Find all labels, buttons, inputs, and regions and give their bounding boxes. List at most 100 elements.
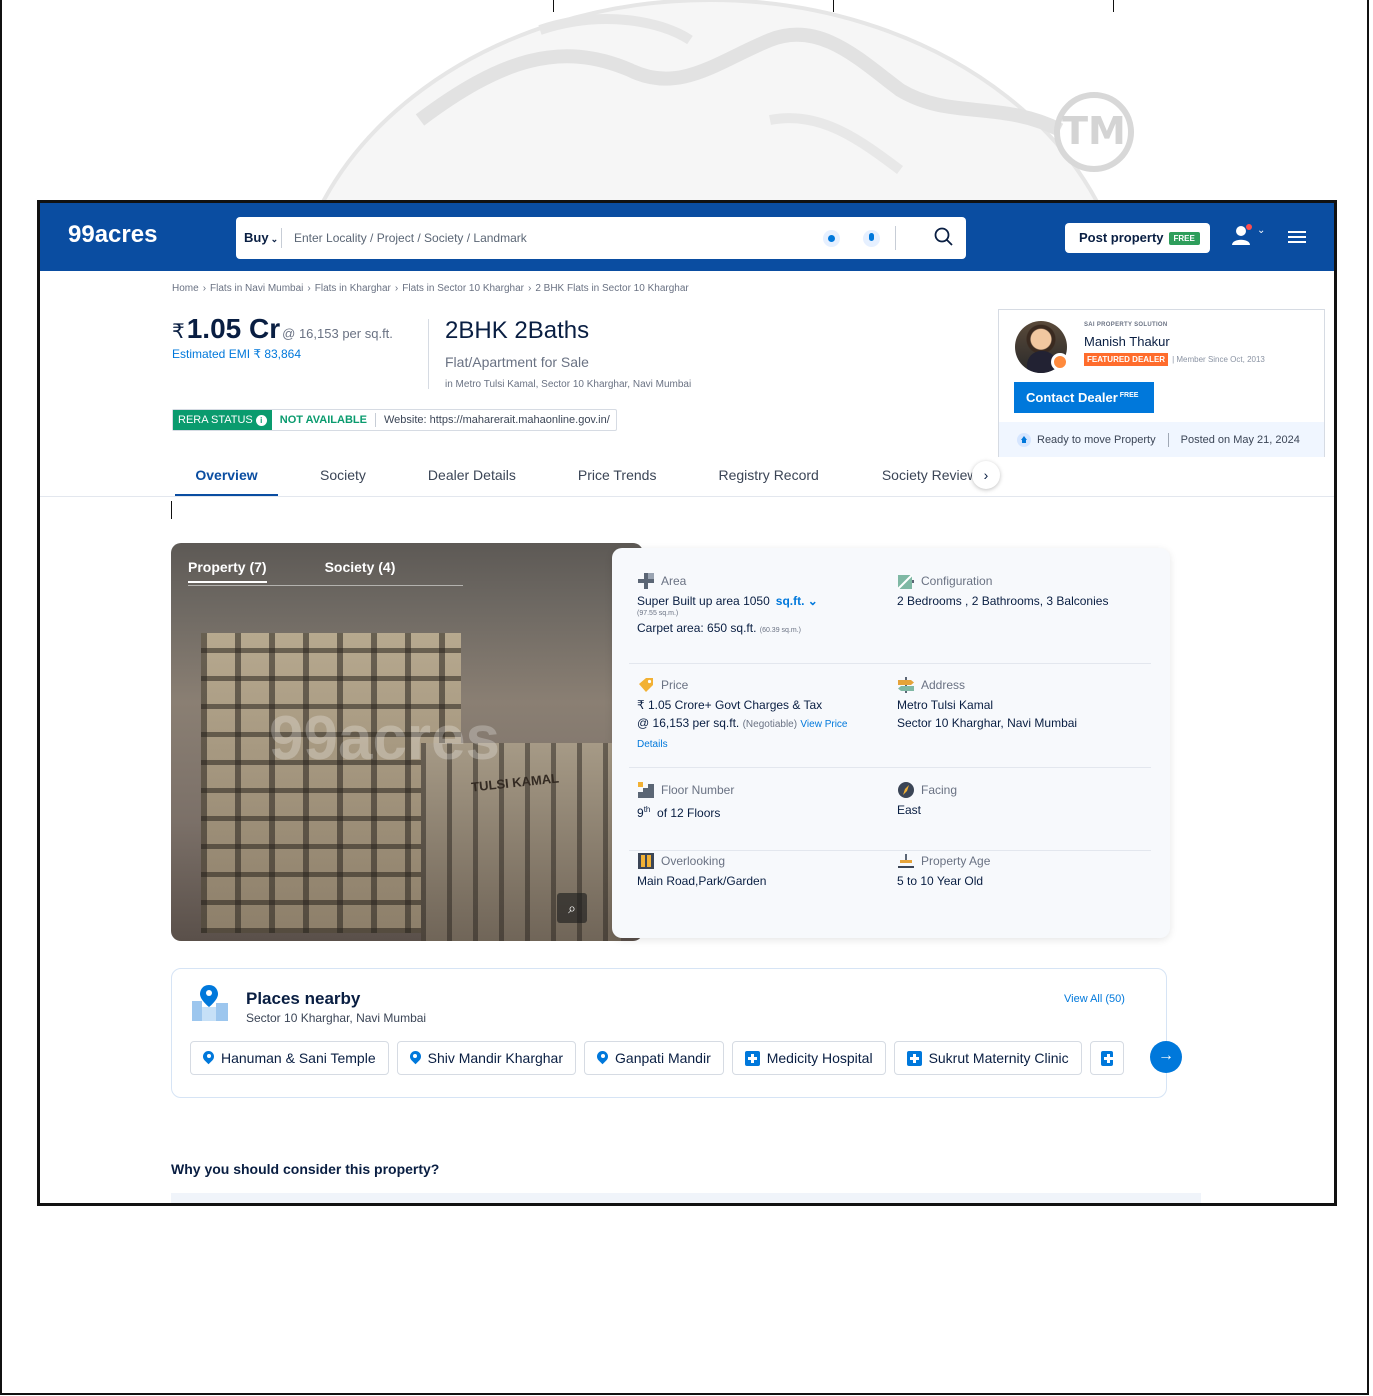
places-chip-list: Hanuman & Sani Temple Shiv Mandir Khargh…	[190, 1041, 1124, 1075]
dealer-card: SAI PROPERTY SOLUTION Manish Thakur FEAT…	[998, 309, 1325, 457]
breadcrumb-item[interactable]: Flats in Kharghar	[315, 283, 391, 294]
tab-overview[interactable]: Overview	[175, 461, 278, 497]
tab-price-trends[interactable]: Price Trends	[578, 461, 657, 497]
contact-dealer-label: Contact Dealer	[1026, 390, 1118, 405]
overlooking-cell: Overlooking Main Road,Park/Garden	[637, 852, 766, 890]
price-per-sqft: @ 16,153 per sq.ft.	[282, 326, 393, 341]
buy-dropdown[interactable]: Buy ⌄	[244, 230, 278, 245]
place-chip[interactable]	[1089, 1041, 1124, 1075]
globe-watermark	[300, 0, 1120, 200]
property-age-icon	[898, 854, 914, 868]
carpet-area: Carpet area: 650 sq.ft.	[637, 621, 757, 635]
hospital-icon	[744, 1050, 760, 1066]
free-tag: FREE	[1119, 391, 1139, 399]
breadcrumb-item[interactable]: 2 BHK Flats in Sector 10 Kharghar	[535, 283, 688, 294]
tab-society-reviews[interactable]: Society Reviews	[882, 461, 985, 497]
place-chip[interactable]: Medicity Hospital	[731, 1041, 886, 1075]
chevron-down-icon: ⌄	[270, 234, 279, 244]
facing-cell: Facing East	[897, 781, 957, 819]
price-label: Price	[661, 678, 689, 692]
posted-date: Posted on May 21, 2024	[1180, 433, 1300, 446]
top-header: 99acres Buy⌄ Post propertyFREE ⌄	[40, 203, 1334, 271]
places-title: Places nearby	[246, 989, 361, 1008]
configuration-cell: Configuration 2 Bedrooms , 2 Bathrooms, …	[897, 572, 1108, 610]
why-consider-strip	[171, 1193, 1201, 1203]
search-divider	[281, 228, 282, 248]
rera-website: Website: https://maharerait.mahaonline.g…	[383, 414, 610, 426]
why-consider-heading: Why you should consider this property?	[171, 1161, 440, 1177]
floor-icon	[638, 782, 654, 798]
zoom-icon[interactable]: ⌕	[557, 893, 587, 923]
configuration-icon	[897, 574, 914, 590]
property-details-card: Area Super Built up area 1050 sq.ft. ⌄ (9…	[612, 548, 1170, 938]
floor-label: Floor Number	[661, 783, 735, 797]
hamburger-menu-icon[interactable]	[1288, 231, 1306, 243]
microphone-icon[interactable]	[863, 230, 880, 247]
tab-society[interactable]: Society	[320, 461, 366, 497]
buy-dropdown-label: Buy	[244, 230, 269, 245]
view-all-link[interactable]: View All (50)	[1064, 993, 1125, 1005]
location-pin-icon	[597, 1051, 608, 1066]
places-nearby-card: Places nearby Sector 10 Kharghar, Navi M…	[171, 968, 1182, 1098]
featured-dealer-badge: FEATURED DEALER	[1084, 353, 1169, 366]
chevron-down-icon[interactable]: ⌄	[1257, 225, 1265, 236]
place-name: Ganpati Mandir	[615, 1050, 711, 1066]
floor-cell: Floor Number 9th of 12 Floors	[637, 781, 734, 822]
unit-selector[interactable]: sq.ft. ⌄	[776, 594, 818, 608]
breadcrumb-item[interactable]: Home	[172, 283, 199, 294]
search-divider	[895, 226, 896, 250]
location-pin-icon	[203, 1051, 214, 1066]
tabs-next-button[interactable]: ›	[972, 461, 1000, 489]
place-chip[interactable]: Hanuman & Sani Temple	[190, 1041, 389, 1075]
contact-dealer-button[interactable]: Contact Dealer FREE	[1014, 382, 1154, 413]
place-chip[interactable]: Sukrut Maternity Clinic	[893, 1041, 1082, 1075]
location-pin-icon	[410, 1051, 421, 1066]
address-cell: Address Metro Tulsi Kamal Sector 10 Khar…	[897, 676, 1077, 732]
photo-watermark: 99acres	[269, 704, 501, 773]
dealer-footer: Ready to move Property Posted on May 21,…	[999, 422, 1324, 457]
hospital-icon	[906, 1050, 922, 1066]
tabs-divider	[40, 496, 1334, 497]
tab-dealer-details[interactable]: Dealer Details	[428, 461, 516, 497]
home-icon	[1017, 432, 1031, 447]
address-line2: Sector 10 Kharghar, Navi Mumbai	[897, 716, 1078, 730]
property-location: in Metro Tulsi Kamal, Sector 10 Kharghar…	[445, 379, 692, 390]
property-age-value: 5 to 10 Year Old	[897, 874, 984, 888]
address-label: Address	[921, 678, 966, 692]
area-value: Super Built up area 1050	[637, 594, 770, 608]
hospital-icon	[1100, 1050, 1113, 1066]
gallery-tab-property[interactable]: Property (7)	[188, 559, 267, 583]
place-name: Sukrut Maternity Clinic	[928, 1050, 1069, 1066]
details-row: Price ₹ 1.05 Crore+ Govt Charges & Tax @…	[629, 676, 1151, 768]
search-input[interactable]	[294, 227, 744, 249]
gallery-tab-society[interactable]: Society (4)	[325, 559, 396, 583]
price-detail: ₹ 1.05 Crore+ Govt Charges & Tax	[637, 698, 823, 712]
rera-badge: RERA STATUS i	[173, 410, 272, 430]
info-icon[interactable]: i	[255, 414, 267, 426]
places-subtitle: Sector 10 Kharghar, Navi Mumbai	[246, 1011, 427, 1025]
property-gallery[interactable]: TULSI KAMAL 99acres Property (7) Society…	[171, 543, 643, 941]
place-chip[interactable]: Shiv Mandir Kharghar	[396, 1041, 577, 1075]
dealer-badges: FEATURED DEALER | Member Since Oct, 2013	[1084, 353, 1265, 366]
place-name: Shiv Mandir Kharghar	[427, 1050, 564, 1066]
search-icon[interactable]	[933, 226, 955, 248]
window-view-icon	[638, 853, 654, 869]
place-chip[interactable]: Ganpati Mandir	[584, 1041, 724, 1075]
signpost-icon	[898, 677, 914, 693]
user-account-icon[interactable]	[1230, 223, 1254, 247]
price-value: 1.05 Cr	[186, 313, 281, 344]
breadcrumb-item[interactable]: Flats in Navi Mumbai	[210, 283, 303, 294]
dealer-name[interactable]: Manish Thakur	[1084, 334, 1170, 349]
post-property-label: Post property	[1079, 230, 1164, 245]
floor-number: 9	[637, 806, 644, 820]
area-sqm: (97.55 sq.m.)	[637, 610, 679, 617]
property-age-label: Property Age	[921, 854, 991, 868]
emi-link[interactable]: Estimated EMI ₹ 83,864	[172, 347, 393, 361]
places-next-button[interactable]: →	[1150, 1041, 1182, 1073]
location-target-icon[interactable]	[823, 230, 840, 247]
post-property-button[interactable]: Post property FREE	[1065, 223, 1210, 253]
site-logo[interactable]: 99acres	[68, 221, 157, 249]
configuration-label: Configuration	[921, 574, 993, 588]
breadcrumb-item[interactable]: Flats in Sector 10 Kharghar	[402, 283, 524, 294]
tab-registry-record[interactable]: Registry Record	[718, 461, 818, 497]
